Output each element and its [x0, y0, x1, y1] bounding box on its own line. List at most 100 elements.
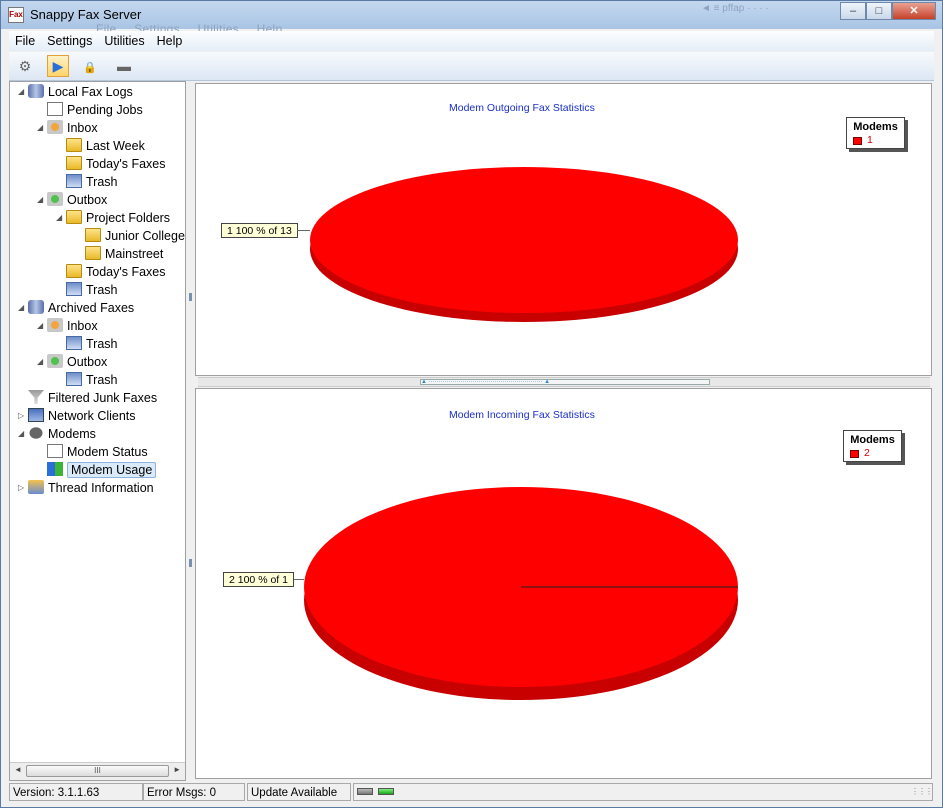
trash-icon [66, 174, 82, 188]
tree-node[interactable]: ◢ Local Fax Logs [18, 83, 133, 101]
splitter-grip-top-icon [189, 293, 192, 301]
outgoing-legend-swatch [853, 137, 862, 145]
menu-help[interactable]: Help [151, 34, 189, 48]
trash-icon [66, 372, 82, 386]
modem-icon: ▬ [117, 58, 131, 74]
start-server-button[interactable]: ▶ [47, 55, 69, 77]
tree-node-label: Junior College [105, 229, 185, 243]
expand-toggle-icon[interactable]: ◢ [37, 191, 47, 209]
menu-file[interactable]: File [9, 34, 41, 48]
tree-horizontal-scrollbar[interactable]: ◄ III ► [10, 762, 185, 780]
tree-node[interactable]: Trash [56, 335, 118, 353]
resize-grip-icon[interactable]: ⋮⋮⋮ [911, 787, 933, 796]
tree-node-label: Network Clients [48, 409, 136, 423]
outgoing-legend-label: 1 [867, 134, 873, 146]
expand-toggle-icon[interactable]: ▷ [18, 407, 28, 425]
trash-icon [66, 282, 82, 296]
tree-node-label: Filtered Junk Faxes [48, 391, 158, 405]
tree-node-label: Today's Faxes [86, 157, 166, 171]
scroll-thumb[interactable]: III [26, 765, 169, 777]
tree-node[interactable]: Modem Status [37, 443, 148, 461]
expand-toggle-icon[interactable]: ◢ [56, 209, 66, 227]
outgoing-legend: Modems 1 [846, 117, 905, 149]
incoming-slice-label: 2 100 % of 1 [223, 572, 294, 587]
expand-toggle-icon[interactable]: ◢ [37, 353, 47, 371]
tree-node[interactable]: ▷ Thread Information [18, 479, 154, 497]
expand-toggle-icon[interactable]: ▷ [18, 479, 28, 497]
scroll-left-icon[interactable]: ◄ [14, 765, 22, 774]
tree-node-label: Modem Status [67, 445, 148, 459]
incoming-legend-swatch [850, 450, 859, 458]
lock-icon: 🔒 [83, 62, 97, 74]
tree-node[interactable]: ▷ Network Clients [18, 407, 136, 425]
folder-icon [85, 246, 101, 260]
chart-splitter-grip-icon: ▲ ······································… [420, 379, 710, 385]
menu-utilities[interactable]: Utilities [98, 34, 150, 48]
incoming-label-leader [294, 579, 304, 580]
folder-tree[interactable]: ◢ Local Fax Logs Pending Jobs ◢ Inbox Last We… [9, 81, 186, 781]
tree-node-label: Trash [86, 373, 118, 387]
incoming-legend: Modems 2 [843, 430, 902, 462]
doc-icon [47, 444, 63, 458]
expand-toggle-icon[interactable]: ◢ [18, 299, 28, 317]
tree-node[interactable]: Filtered Junk Faxes [18, 389, 157, 407]
app-window: Fax Snappy Fax Server File Settings Util… [0, 0, 943, 808]
modem-button[interactable]: ▬ [113, 55, 135, 77]
tree-node[interactable]: Trash [56, 173, 118, 191]
tree-node-label: Pending Jobs [67, 103, 143, 117]
scroll-right-icon[interactable]: ► [173, 765, 181, 774]
settings-gear-button[interactable]: ⚙ [14, 55, 36, 77]
tree-node[interactable]: Today's Faxes [56, 263, 166, 281]
tree-node[interactable]: ◢ Archived Faxes [18, 299, 134, 317]
gear-icon: ⚙ [18, 58, 32, 74]
expand-toggle-icon[interactable]: ◢ [18, 425, 28, 443]
incoming-chart-title: Modem Incoming Fax Statistics [449, 409, 595, 421]
title-bar[interactable]: Fax Snappy Fax Server File Settings Util… [1, 1, 942, 36]
vertical-splitter[interactable] [187, 81, 194, 781]
modem-icon [28, 426, 44, 440]
minimize-button[interactable]: – [840, 2, 866, 20]
tree-node[interactable]: Last Week [56, 137, 145, 155]
tree-node[interactable]: ◢ Outbox [37, 353, 107, 371]
outgoing-chart-panel: Modem Outgoing Fax Statistics Modems 1 1… [195, 83, 932, 376]
status-indicator-area [353, 783, 933, 801]
pc-icon [28, 408, 44, 422]
tree-node[interactable]: Mainstreet [75, 245, 163, 263]
menu-settings[interactable]: Settings [41, 34, 98, 48]
db-icon [28, 300, 44, 314]
tree-node[interactable]: ◢ Inbox [37, 119, 98, 137]
folder-icon [66, 138, 82, 152]
close-button[interactable]: ✕ [892, 2, 936, 20]
tree-node-label: Last Week [86, 139, 145, 153]
update-available-link[interactable]: Update Available [247, 783, 351, 801]
tree-node[interactable]: ◢ Outbox [37, 191, 107, 209]
outgoing-label-leader [297, 230, 310, 231]
tree-node[interactable]: ◢ Modems [18, 425, 96, 443]
tree-node[interactable]: Trash [56, 281, 118, 299]
outbox-icon [47, 354, 63, 368]
usage-icon [47, 462, 63, 476]
expand-toggle-icon[interactable]: ◢ [37, 317, 47, 335]
error-count-text: Error Msgs: 0 [143, 783, 245, 801]
tree-node[interactable]: Modem Usage [37, 461, 157, 479]
tree-node[interactable]: Trash [56, 371, 118, 389]
expand-toggle-icon[interactable]: ◢ [18, 83, 28, 101]
window-controls: – □ ✕ [840, 2, 936, 20]
menu-bar: File Settings Utilities Help [9, 31, 934, 51]
modem-idle-led-icon [357, 788, 373, 795]
tree-node[interactable]: Today's Faxes [56, 155, 166, 173]
incoming-legend-label: 2 [864, 447, 870, 459]
outbox-icon [47, 192, 63, 206]
tree-node[interactable]: ◢ Project Folders [56, 209, 170, 227]
version-text: Version: 3.1.1.63 [9, 783, 143, 801]
chart-splitter[interactable]: ▲ ······································… [198, 377, 930, 387]
ghost-window-overlay: ◄ ≡ pffap · · · · [701, 3, 769, 14]
tree-node[interactable]: ◢ Inbox [37, 317, 98, 335]
tree-node[interactable]: Pending Jobs [37, 101, 143, 119]
lock-button[interactable]: 🔒 [79, 55, 101, 77]
maximize-button[interactable]: □ [866, 2, 892, 20]
expand-toggle-icon[interactable]: ◢ [37, 119, 47, 137]
tree-node-label: Outbox [67, 355, 108, 369]
tree-node[interactable]: Junior College [75, 227, 185, 245]
tree-node-label: Modem Usage [67, 462, 157, 478]
